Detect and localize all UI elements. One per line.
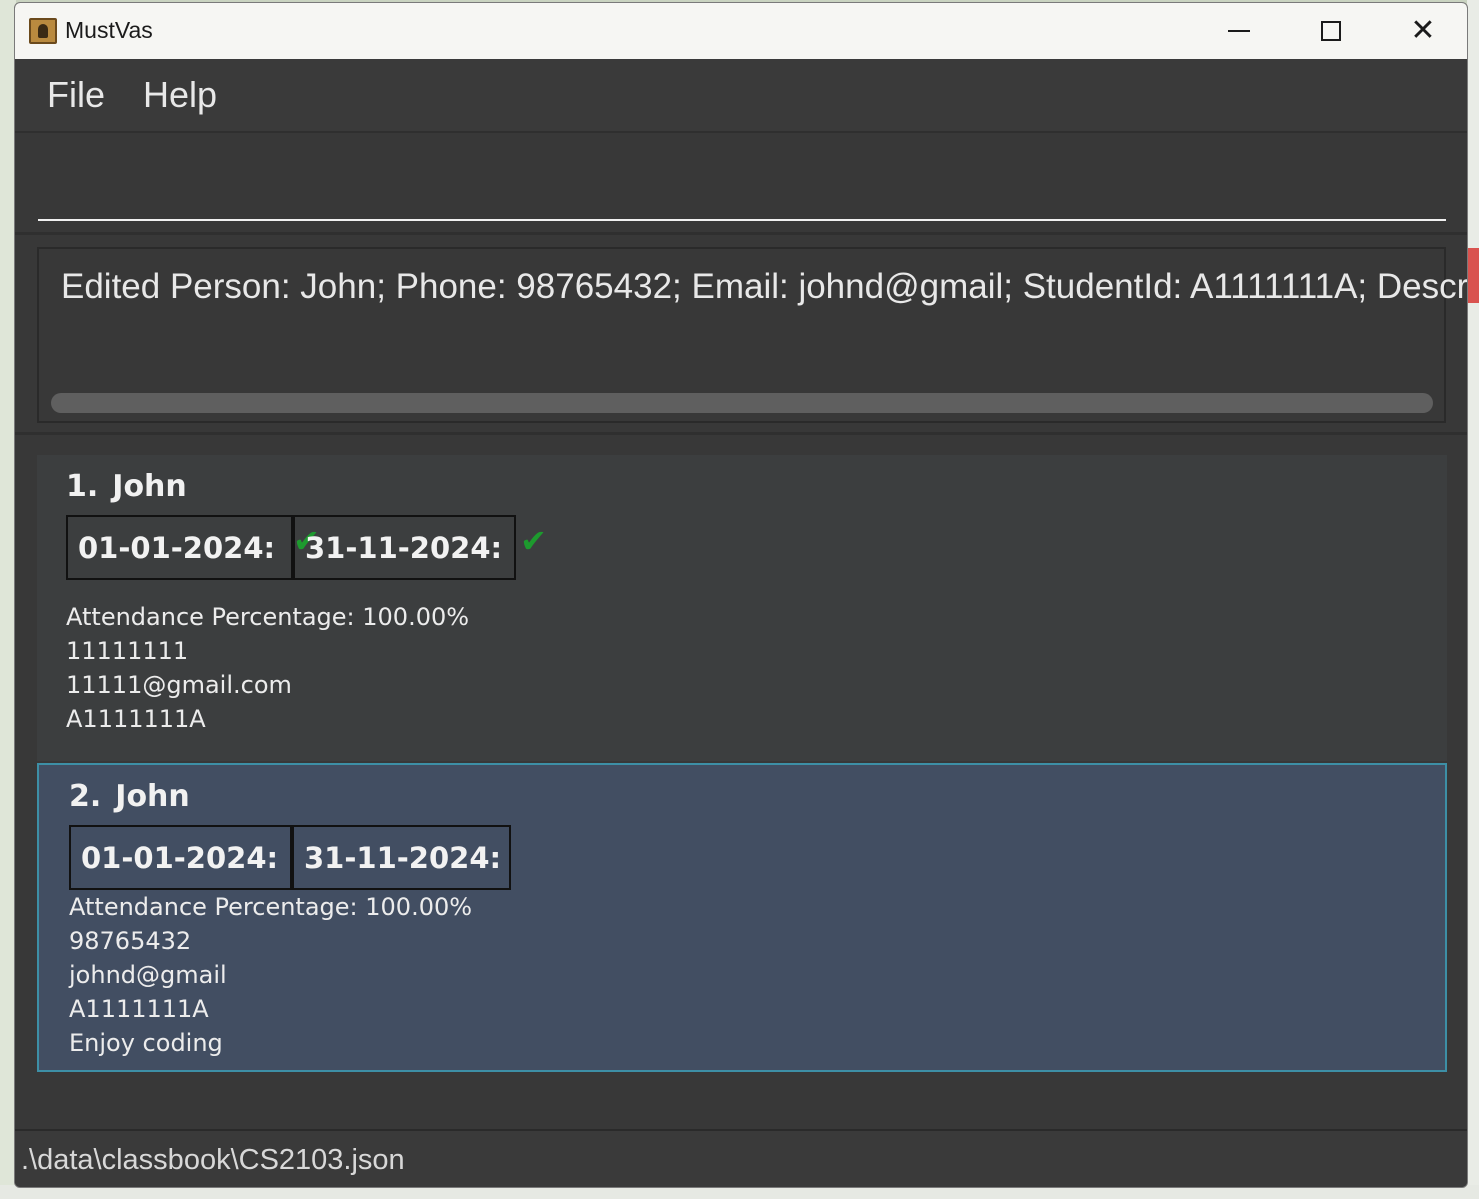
attendance-date: 31-11-2024: [305,530,503,565]
command-box-area [15,131,1467,235]
result-text: Edited Person: John; Phone: 98765432; Em… [61,267,1468,306]
person-student-id: A1111111A [69,995,209,1023]
status-bar: .\data\classbook\CS2103.json [15,1129,1467,1187]
attendance-entry: 31-11-2024: ✔ [293,515,547,580]
desktop-background-right [1467,0,1479,1199]
person-name: John [115,779,190,814]
person-name: John [112,469,187,504]
check-icon: ✔ [520,521,547,560]
minimize-icon [1228,30,1250,32]
menu-help[interactable]: Help [143,74,217,116]
attendance-row: 01-01-2024: 31-11-2024: [69,825,511,890]
attendance-entry: 01-01-2024: [69,825,292,890]
menu-bar: File Help [15,59,1467,131]
person-name-heading: 1. John [66,469,187,504]
person-student-id: A1111111A [66,705,206,733]
person-email: johnd@gmail [69,961,227,989]
attendance-row: 01-01-2024: ✔ 31-11-2024: ✔ [66,515,547,580]
result-display: Edited Person: John; Phone: 98765432; Em… [37,247,1467,423]
attendance-date: 01-01-2024: [81,840,279,875]
person-email: 11111@gmail.com [66,671,292,699]
attendance-date: 31-11-2024: [304,840,502,875]
menu-file[interactable]: File [47,74,105,116]
person-card[interactable]: 1. John 01-01-2024: ✔ 31-11-2024: ✔ Atten… [37,455,1447,761]
attendance-entry: 01-01-2024: ✔ [66,515,320,580]
close-button[interactable]: ✕ [1377,3,1467,59]
attendance-entry: 31-11-2024: [292,825,511,890]
person-description: Enjoy coding [69,1029,223,1057]
person-card-selected[interactable]: 2. John 01-01-2024: 31-11-2024: Attendanc… [37,763,1447,1072]
save-file-path: .\data\classbook\CS2103.json [21,1143,405,1176]
person-index: 1. [66,469,99,504]
desktop-background-tab [1467,248,1479,303]
title-bar[interactable]: MustVas ✕ [15,3,1467,59]
app-window: MustVas ✕ File Help Edited Person: John;… [14,2,1468,1188]
attendance-percentage: Attendance Percentage: 100.00% [66,603,470,631]
maximize-icon [1321,21,1341,41]
window-title: MustVas [65,17,153,43]
person-list: 1. John 01-01-2024: ✔ 31-11-2024: ✔ Atten… [15,437,1467,1129]
maximize-button[interactable] [1285,3,1377,59]
person-name-heading: 2. John [69,779,190,814]
attendance-date: 01-01-2024: [78,530,276,565]
command-input[interactable] [38,161,1446,221]
minimize-button[interactable] [1193,3,1285,59]
result-display-section: Edited Person: John; Phone: 98765432; Em… [15,235,1467,435]
app-icon [29,18,57,44]
attendance-percentage: Attendance Percentage: 100.00% [69,893,473,921]
result-horizontal-scrollbar[interactable] [51,393,1433,413]
person-phone: 98765432 [69,927,192,955]
person-phone: 11111111 [66,637,189,665]
person-index: 2. [69,779,102,814]
close-icon: ✕ [1410,13,1436,48]
